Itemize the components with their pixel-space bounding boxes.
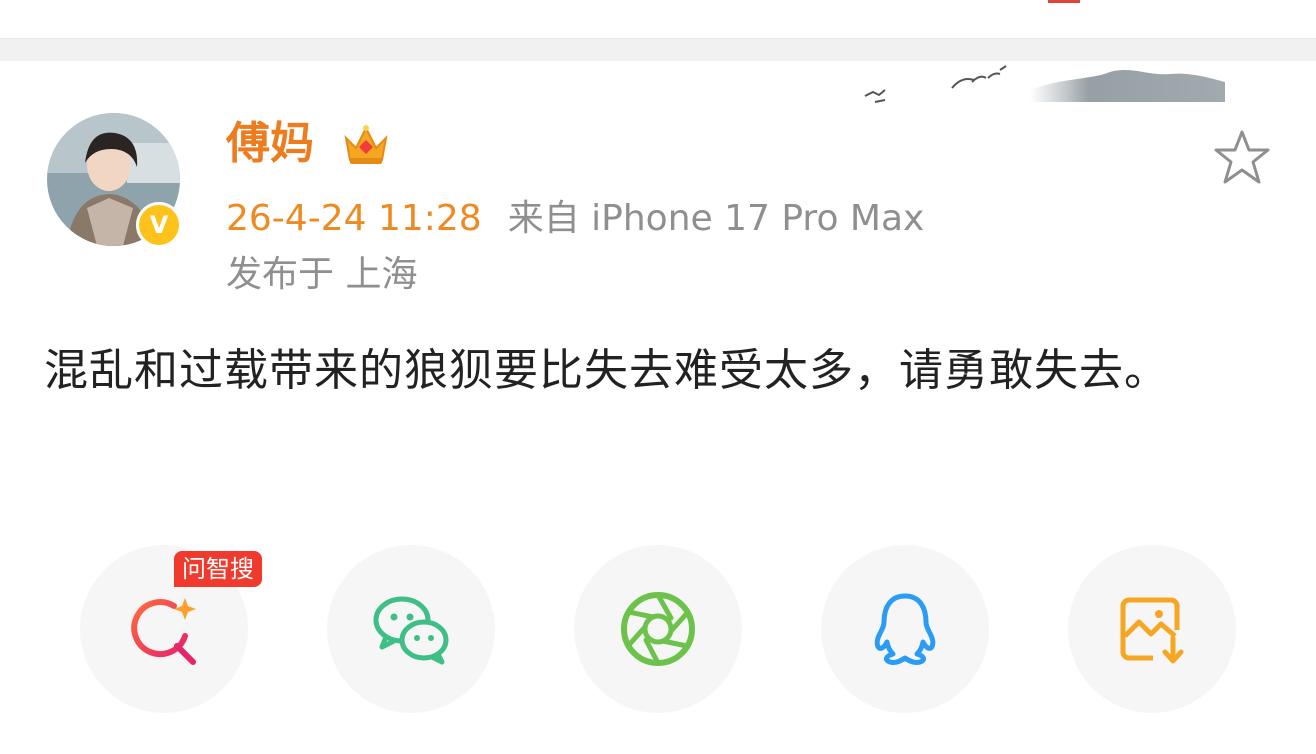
vip-crown-icon bbox=[344, 125, 388, 164]
post-time: 26-4-24 11:28 bbox=[226, 198, 482, 239]
post-location: 发布于 上海 bbox=[226, 254, 418, 295]
section-separator bbox=[0, 38, 1316, 61]
top-bar bbox=[0, 0, 1316, 38]
post-content: 混乱和过载带来的狼狈要比失去难受太多，请勇敢失去。 bbox=[44, 345, 1169, 396]
ai-search-tag: 问智搜 bbox=[174, 551, 262, 587]
post-meta: 26-4-24 11:28 来自 iPhone 17 Pro Max bbox=[226, 196, 924, 242]
verified-badge-icon: V bbox=[136, 202, 182, 248]
qq-icon bbox=[874, 593, 936, 665]
save-image-icon bbox=[1120, 597, 1184, 664]
share-save-image-button[interactable] bbox=[1068, 545, 1236, 713]
wechat-icon bbox=[373, 596, 449, 665]
header-decoration-landscape bbox=[864, 65, 1225, 103]
ai-search-icon bbox=[131, 598, 196, 665]
moments-icon bbox=[621, 592, 695, 666]
favorite-star-icon[interactable] bbox=[1212, 128, 1272, 188]
share-moments-button[interactable] bbox=[574, 545, 742, 713]
post-source: 来自 iPhone 17 Pro Max bbox=[507, 198, 925, 239]
share-wechat-button[interactable] bbox=[327, 545, 495, 713]
share-qq-button[interactable] bbox=[821, 545, 989, 713]
username[interactable]: 傅妈 bbox=[226, 112, 314, 176]
top-indicator bbox=[1048, 0, 1080, 3]
